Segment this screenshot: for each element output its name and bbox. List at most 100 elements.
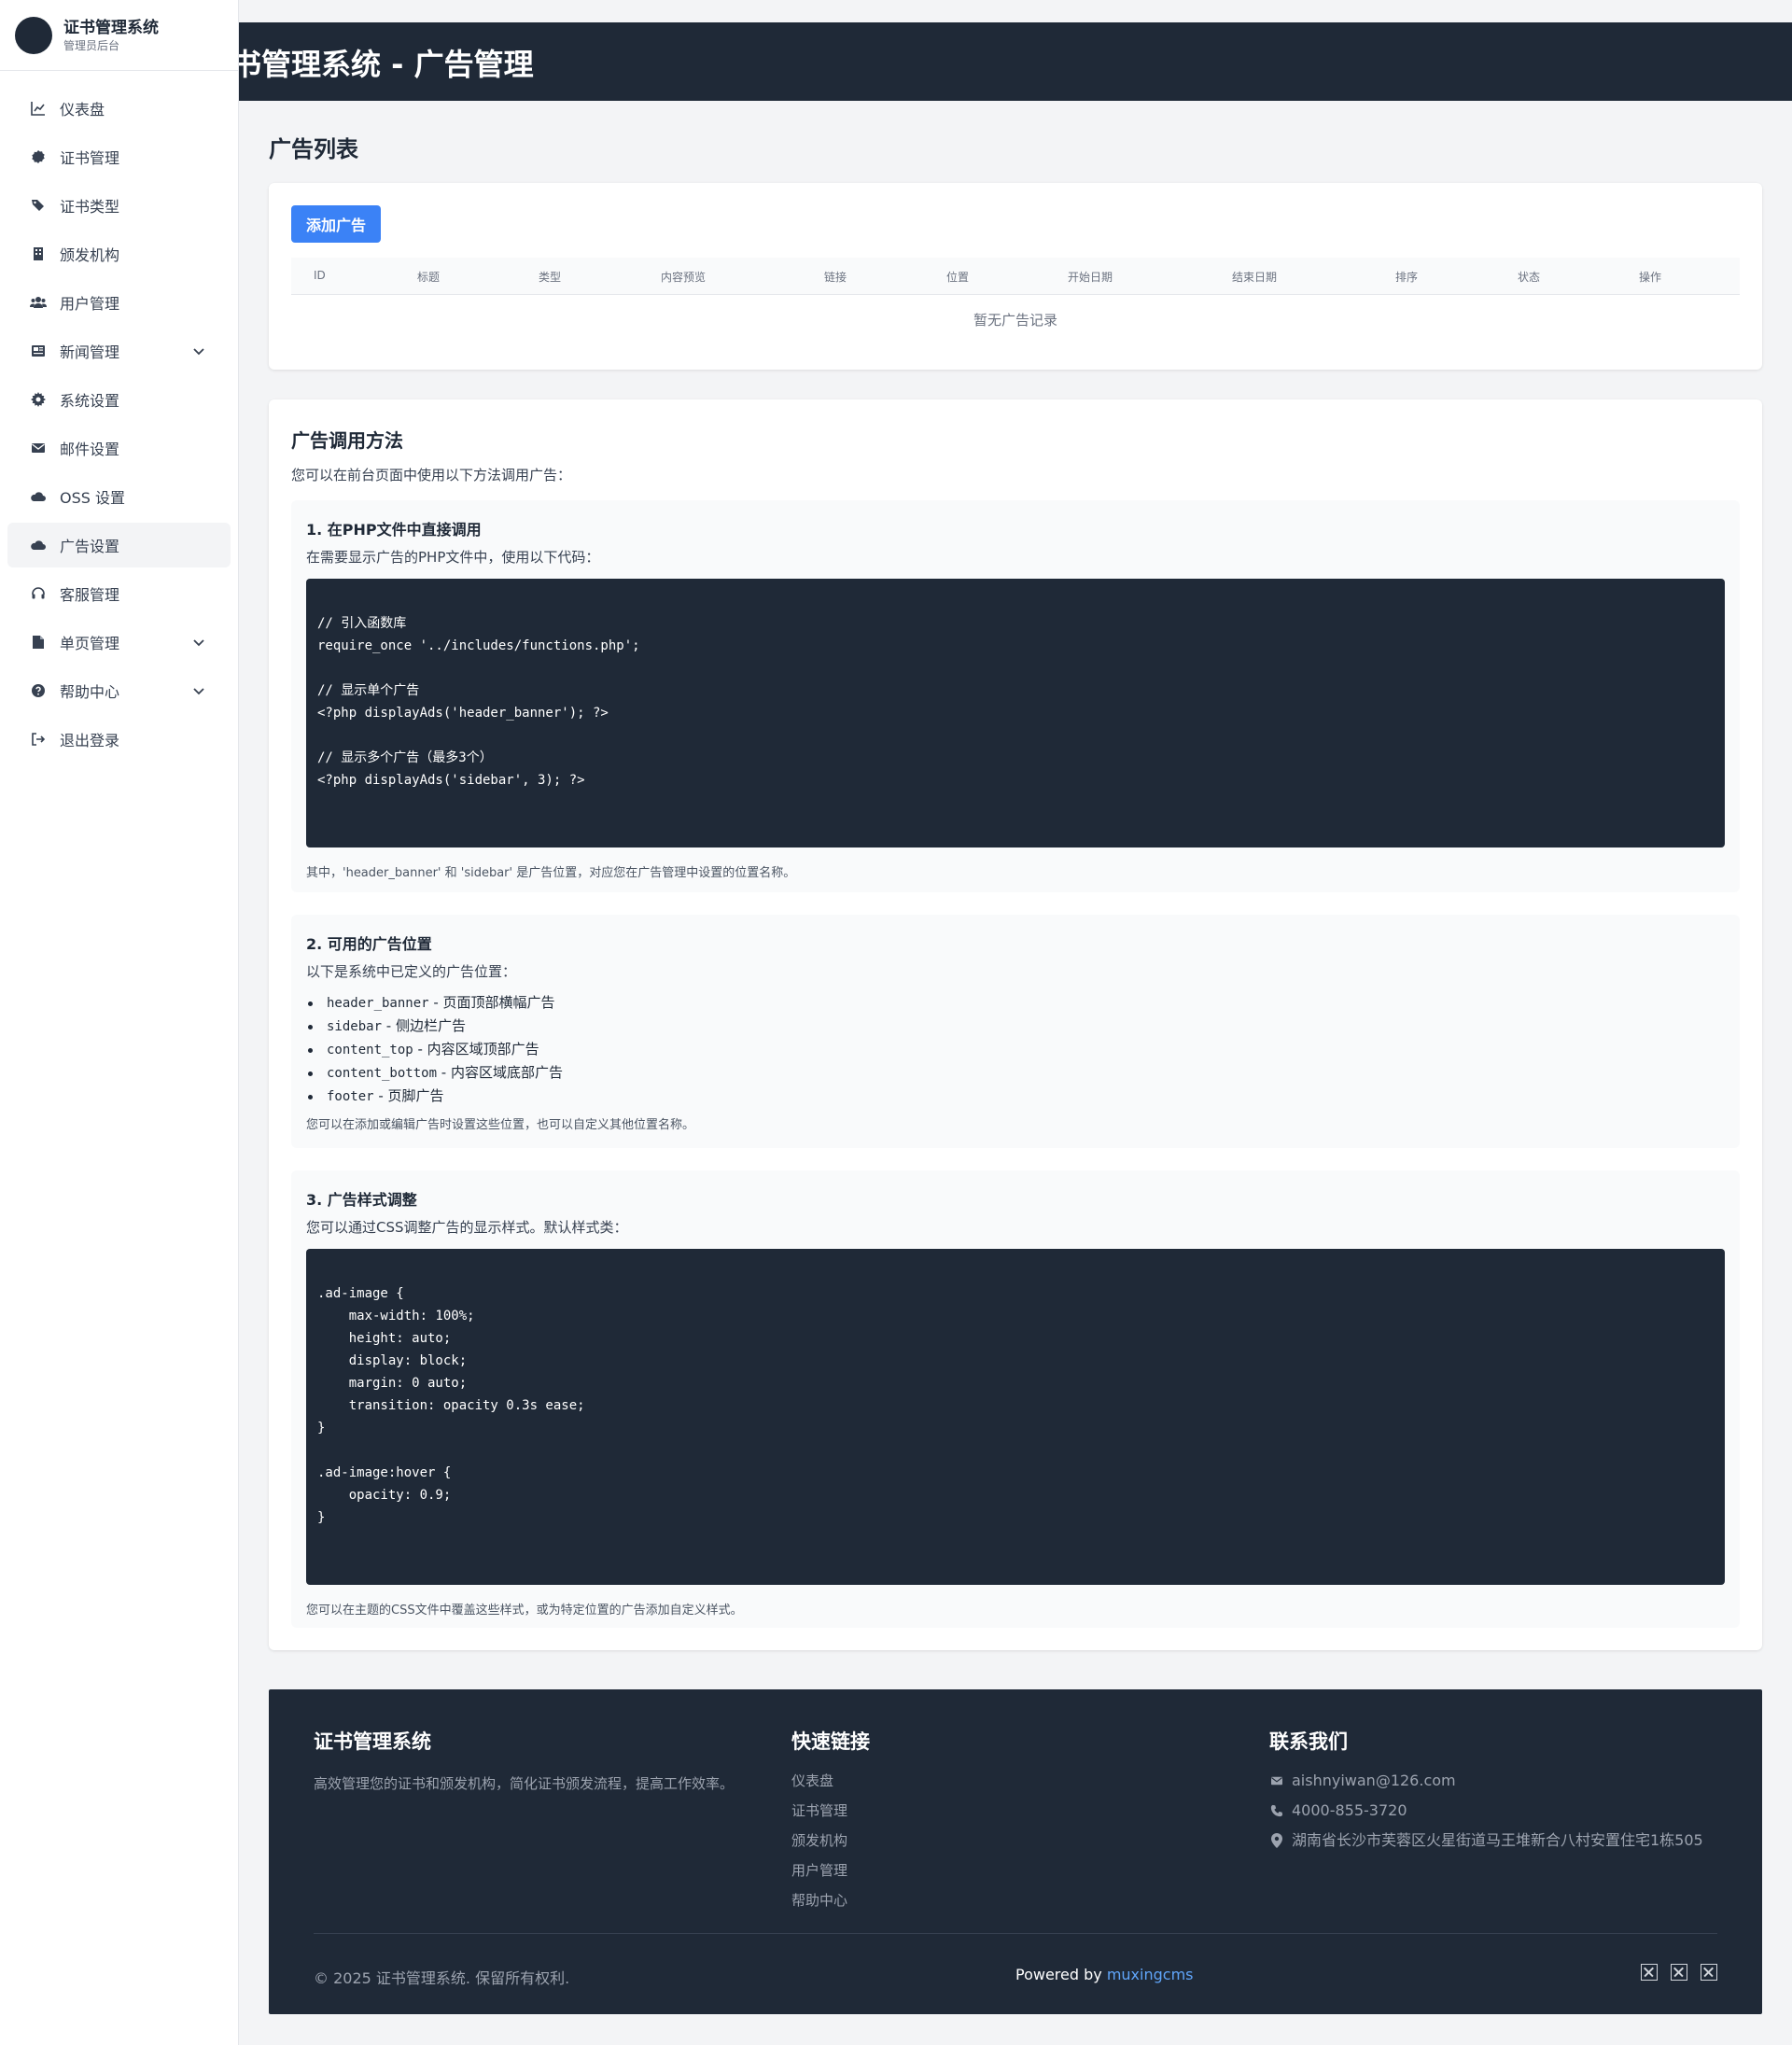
sidebar-item-label: 用户管理 — [60, 295, 120, 313]
tags-icon — [30, 197, 47, 214]
code-line: } — [317, 1510, 326, 1525]
footer-link-help[interactable]: 帮助中心 — [791, 1885, 870, 1915]
chevron-down-icon[interactable] — [191, 683, 206, 698]
powered-brand-link[interactable]: muxingcms — [1107, 1966, 1194, 1983]
positions-list: header_banner - 页面顶部横幅广告 sidebar - 侧边栏广告… — [306, 991, 563, 1108]
positions-block: 2. 可用的广告位置 以下是系统中已定义的广告位置： header_banner… — [291, 915, 1740, 1148]
footer-links-title: 快速链接 — [791, 1730, 870, 1753]
contact-email-text: aishnyiwan@126.com — [1292, 1772, 1456, 1789]
column-header[interactable]: ID — [314, 269, 326, 282]
sidebar-item-ad-settings[interactable]: 广告设置 — [7, 523, 231, 567]
header-title: 证书管理系统 - 广告管理 — [239, 47, 534, 82]
missing-glyph-icon[interactable] — [1641, 1964, 1658, 1981]
phone-icon — [1269, 1803, 1284, 1818]
code-line: height: auto; — [317, 1331, 452, 1346]
sidebar-item-certificate-types[interactable]: 证书类型 — [7, 183, 231, 228]
footer-link-certificates[interactable]: 证书管理 — [791, 1796, 870, 1826]
column-header[interactable]: 标题 — [417, 269, 440, 285]
sidebar-item-customer-service[interactable]: 客服管理 — [7, 571, 231, 616]
usage-desc: 您可以在前台页面中使用以下方法调用广告： — [291, 467, 572, 483]
footer-about-title: 证书管理系统 — [314, 1730, 431, 1753]
code-line: } — [317, 1421, 326, 1436]
sidebar-item-label: 广告设置 — [60, 538, 120, 555]
missing-glyph-icon[interactable] — [1701, 1964, 1717, 1981]
cloud-icon — [30, 488, 47, 505]
css-code-block[interactable]: .ad-image { max-width: 100%; height: aut… — [306, 1249, 1725, 1585]
contact-email[interactable]: aishnyiwan@126.com — [1269, 1766, 1703, 1796]
brand-subtitle: 管理员后台 — [63, 38, 120, 52]
sidebar-nav: 仪表盘 证书管理 证书类型 颁发机构 用户管理 新闻管理 系统设置 邮件设置 O… — [0, 71, 238, 762]
sidebar-item-issuers[interactable]: 颁发机构 — [7, 231, 231, 276]
list-item: sidebar - 侧边栏广告 — [306, 1015, 563, 1038]
footer-powered-by: Powered by muxingcms — [1015, 1966, 1193, 1983]
sidebar-item-pages[interactable]: 单页管理 — [7, 620, 231, 665]
list-item: content_bottom - 内容区域底部广告 — [306, 1061, 563, 1085]
headset-icon — [30, 585, 47, 602]
code-line: require_once '../includes/functions.php'… — [317, 638, 640, 653]
column-header[interactable]: 状态 — [1518, 269, 1540, 285]
footer-about-text: 高效管理您的证书和颁发机构，简化证书颁发流程，提高工作效率。 — [314, 1775, 735, 1792]
column-header[interactable]: 链接 — [824, 269, 847, 285]
sidebar-item-label: 系统设置 — [60, 392, 120, 410]
position-label: - 内容区域底部广告 — [437, 1064, 563, 1081]
powered-prefix: Powered by — [1015, 1966, 1107, 1983]
cloud-icon — [30, 537, 47, 553]
column-header[interactable]: 开始日期 — [1068, 269, 1113, 285]
block-note: 您可以在主题的CSS文件中覆盖这些样式，或为特定位置的广告添加自定义样式。 — [306, 1604, 743, 1618]
sidebar-item-system-settings[interactable]: 系统设置 — [7, 377, 231, 422]
block-note: 您可以在添加或编辑广告时设置这些位置，也可以自定义其他位置名称。 — [306, 1118, 695, 1132]
position-label: - 内容区域顶部广告 — [413, 1041, 539, 1058]
column-header[interactable]: 结束日期 — [1232, 269, 1277, 285]
sidebar-item-label: 新闻管理 — [60, 343, 120, 361]
sidebar-item-label: 邮件设置 — [60, 441, 120, 458]
block-desc: 以下是系统中已定义的广告位置： — [306, 963, 517, 980]
newspaper-icon — [30, 343, 47, 359]
php-code-block[interactable]: // 引入函数库 require_once '../includes/funct… — [306, 579, 1725, 847]
sidebar-item-news[interactable]: 新闻管理 — [7, 329, 231, 373]
sign-out-icon — [30, 731, 47, 748]
sidebar-item-mail-settings[interactable]: 邮件设置 — [7, 426, 231, 470]
usage-title: 广告调用方法 — [291, 429, 403, 452]
footer-copyright: © 2025 证书管理系统. 保留所有权利. — [314, 1969, 570, 1987]
missing-glyph-icon[interactable] — [1671, 1964, 1687, 1981]
footer-link-users[interactable]: 用户管理 — [791, 1856, 870, 1885]
sidebar-item-label: 退出登录 — [60, 732, 120, 749]
column-header[interactable]: 位置 — [946, 269, 969, 285]
sidebar-item-label: OSS 设置 — [60, 489, 125, 507]
sidebar-item-label: 颁发机构 — [60, 246, 120, 264]
column-header[interactable]: 类型 — [539, 269, 561, 285]
column-header[interactable]: 排序 — [1395, 269, 1418, 285]
footer-about: 证书管理系统 高效管理您的证书和颁发机构，简化证书颁发流程，提高工作效率。 — [314, 1727, 734, 1793]
code-line: .ad-image:hover { — [317, 1465, 452, 1480]
envelope-icon — [1269, 1773, 1284, 1788]
brand: 证书管理系统 管理员后台 — [0, 0, 238, 71]
code-line: // 显示多个广告（最多3个） — [317, 750, 493, 765]
sidebar-item-users[interactable]: 用户管理 — [7, 280, 231, 325]
column-header[interactable]: 内容预览 — [661, 269, 706, 285]
footer-link-issuers[interactable]: 颁发机构 — [791, 1826, 870, 1856]
users-icon — [30, 294, 47, 311]
sidebar: 证书管理系统 管理员后台 仪表盘 证书管理 证书类型 颁发机构 用户管理 新闻管… — [0, 0, 239, 2045]
sidebar-item-label: 单页管理 — [60, 635, 120, 652]
sidebar-item-logout[interactable]: 退出登录 — [7, 717, 231, 762]
position-code: content_bottom — [327, 1066, 438, 1081]
contact-address: 湖南省长沙市芙蓉区火星街道马王堆新合八村安置住宅1栋505 — [1269, 1826, 1703, 1856]
chevron-down-icon[interactable] — [191, 635, 206, 650]
column-header[interactable]: 操作 — [1639, 269, 1661, 285]
sidebar-item-dashboard[interactable]: 仪表盘 — [7, 86, 231, 131]
add-ad-button[interactable]: 添加广告 — [291, 205, 381, 243]
block-title: 3. 广告样式调整 — [306, 1191, 417, 1209]
sidebar-item-oss-settings[interactable]: OSS 设置 — [7, 474, 231, 519]
footer-contact-title: 联系我们 — [1269, 1730, 1348, 1753]
chevron-down-icon[interactable] — [191, 343, 206, 358]
sidebar-item-certificates[interactable]: 证书管理 — [7, 134, 231, 179]
footer-contact: 联系我们 aishnyiwan@126.com 4000-855-3720 湖南… — [1269, 1727, 1703, 1856]
contact-phone-text: 4000-855-3720 — [1292, 1801, 1407, 1819]
contact-phone[interactable]: 4000-855-3720 — [1269, 1796, 1703, 1826]
list-item: content_top - 内容区域顶部广告 — [306, 1038, 563, 1061]
sidebar-item-help-center[interactable]: 帮助中心 — [7, 668, 231, 713]
footer-link-dashboard[interactable]: 仪表盘 — [791, 1766, 870, 1796]
position-code: content_top — [327, 1043, 413, 1058]
